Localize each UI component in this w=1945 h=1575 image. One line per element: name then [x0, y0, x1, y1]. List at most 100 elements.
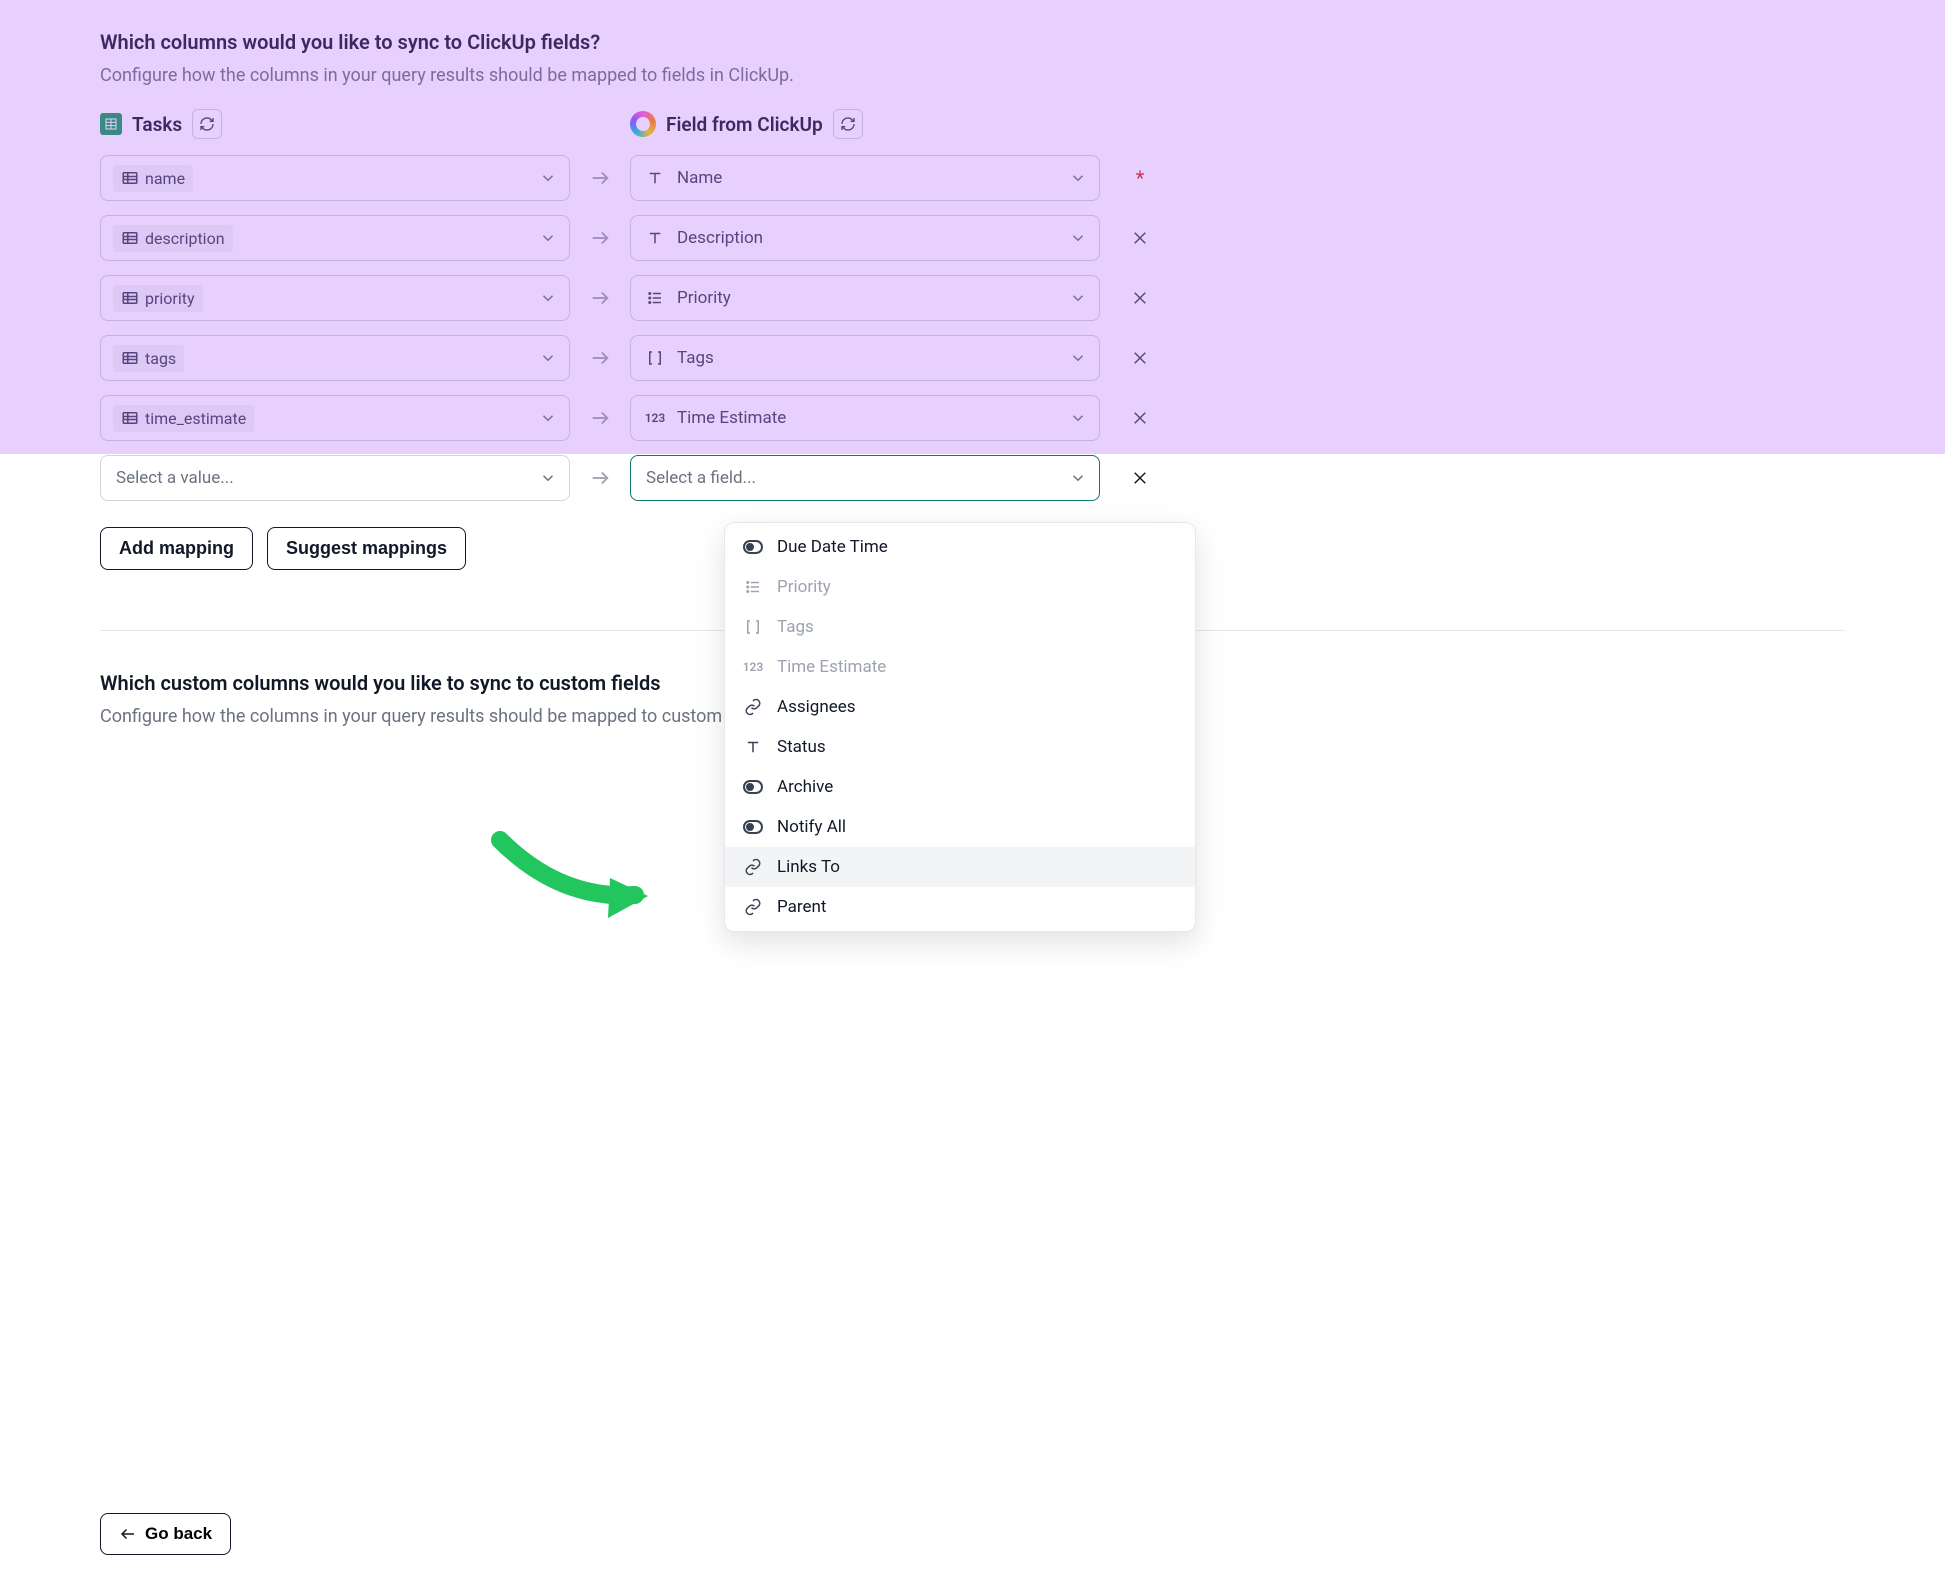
dropdown-item[interactable]: Status	[725, 727, 1195, 767]
table-icon	[121, 409, 139, 427]
target-select[interactable]: Priority	[630, 275, 1100, 321]
arrow-icon	[570, 407, 630, 429]
remove-row-button[interactable]	[1131, 229, 1149, 247]
link-icon	[741, 898, 765, 916]
source-header-label: Tasks	[132, 113, 182, 136]
chevron-down-icon	[1069, 349, 1087, 367]
chevron-down-icon	[539, 469, 557, 487]
source-header: Tasks	[100, 109, 570, 139]
dropdown-item[interactable]: Links To	[725, 847, 1195, 887]
toggle-icon	[741, 780, 765, 794]
remove-row-button[interactable]	[1120, 469, 1160, 487]
sheets-icon	[100, 113, 122, 135]
brackets-icon	[643, 349, 667, 367]
chevron-down-icon	[539, 289, 557, 307]
link-icon	[741, 858, 765, 876]
source-select-new[interactable]: Select a value...	[100, 455, 570, 501]
mapping-row: name Name *	[100, 155, 1845, 201]
dropdown-item[interactable]: Assignees	[725, 687, 1195, 727]
chevron-down-icon	[539, 349, 557, 367]
dropdown-item-label: Time Estimate	[777, 657, 886, 677]
mapping-row-new: Select a value... Select a field...	[100, 455, 1845, 501]
arrow-icon	[570, 287, 630, 309]
table-icon	[121, 229, 139, 247]
chevron-down-icon	[1069, 469, 1087, 487]
remove-row-button[interactable]	[1131, 289, 1149, 307]
dropdown-item[interactable]: Notify All	[725, 807, 1195, 847]
target-value: Tags	[677, 348, 714, 368]
dropdown-item[interactable]: Due Date Time	[725, 527, 1195, 567]
dropdown-item-label: Archive	[777, 777, 833, 797]
dropdown-item-label: Due Date Time	[777, 537, 888, 557]
dropdown-item: 123Time Estimate	[725, 647, 1195, 687]
dropdown-item[interactable]: Archive	[725, 767, 1195, 807]
chevron-down-icon	[1069, 229, 1087, 247]
source-select[interactable]: description	[100, 215, 570, 261]
text-icon	[741, 738, 765, 756]
source-select[interactable]: name	[100, 155, 570, 201]
target-value: Name	[677, 168, 722, 188]
go-back-label: Go back	[145, 1524, 212, 1544]
chevron-down-icon	[539, 169, 557, 187]
source-placeholder: Select a value...	[113, 468, 234, 488]
text-icon	[643, 169, 667, 187]
target-select[interactable]: Description	[630, 215, 1100, 261]
source-value: priority	[145, 289, 195, 308]
target-select-new[interactable]: Select a field...	[630, 455, 1100, 501]
table-icon	[121, 349, 139, 367]
list-icon	[741, 578, 765, 596]
section-subtitle: Configure how the columns in your query …	[100, 62, 1845, 89]
remove-row-button[interactable]	[1131, 409, 1149, 427]
source-value: name	[145, 169, 185, 188]
source-chip: tags	[113, 345, 184, 372]
footer-bar: Go back	[0, 1492, 1945, 1575]
toggle-icon	[741, 820, 765, 834]
source-select[interactable]: priority	[100, 275, 570, 321]
target-placeholder: Select a field...	[643, 468, 756, 488]
dropdown-item-label: Links To	[777, 857, 840, 877]
mapping-row: time_estimate 123Time Estimate	[100, 395, 1845, 441]
section-title: Which columns would you like to sync to …	[100, 30, 1845, 54]
target-header-label: Field from ClickUp	[666, 113, 823, 136]
mapping-row: tags Tags	[100, 335, 1845, 381]
remove-row-button[interactable]	[1131, 349, 1149, 367]
source-select[interactable]: time_estimate	[100, 395, 570, 441]
field-dropdown[interactable]: Due Date Time Priority Tags 123Time Estimat…	[724, 522, 1196, 932]
dropdown-item: Priority	[725, 567, 1195, 607]
target-value: Priority	[677, 288, 731, 308]
text-icon	[643, 229, 667, 247]
source-value: description	[145, 229, 225, 248]
chevron-down-icon	[1069, 169, 1087, 187]
source-chip: time_estimate	[113, 405, 254, 432]
source-chip: priority	[113, 285, 203, 312]
target-header: Field from ClickUp	[630, 109, 1845, 139]
suggest-mappings-button[interactable]: Suggest mappings	[267, 527, 466, 570]
table-icon	[121, 169, 139, 187]
arrow-icon	[570, 227, 630, 249]
go-back-button[interactable]: Go back	[100, 1513, 231, 1555]
dropdown-item: Tags	[725, 607, 1195, 647]
target-select[interactable]: Tags	[630, 335, 1100, 381]
chevron-down-icon	[1069, 289, 1087, 307]
mapping-row: description Description	[100, 215, 1845, 261]
dropdown-item-label: Tags	[777, 617, 814, 637]
dropdown-item-label: Priority	[777, 577, 831, 597]
target-select[interactable]: Name	[630, 155, 1100, 201]
arrow-icon	[570, 467, 630, 489]
target-select[interactable]: 123Time Estimate	[630, 395, 1100, 441]
clickup-icon	[630, 111, 656, 137]
dropdown-item-label: Assignees	[777, 697, 856, 717]
link-icon	[741, 698, 765, 716]
chevron-down-icon	[539, 409, 557, 427]
source-select[interactable]: tags	[100, 335, 570, 381]
source-chip: description	[113, 225, 233, 252]
dropdown-item-label: Notify All	[777, 817, 846, 837]
add-mapping-button[interactable]: Add mapping	[100, 527, 253, 570]
dropdown-item-label: Parent	[777, 897, 826, 917]
refresh-source-button[interactable]	[192, 109, 222, 139]
refresh-target-button[interactable]	[833, 109, 863, 139]
required-indicator: *	[1136, 166, 1145, 190]
source-value: time_estimate	[145, 409, 246, 428]
dropdown-item[interactable]: Parent	[725, 887, 1195, 927]
source-chip: name	[113, 165, 193, 192]
